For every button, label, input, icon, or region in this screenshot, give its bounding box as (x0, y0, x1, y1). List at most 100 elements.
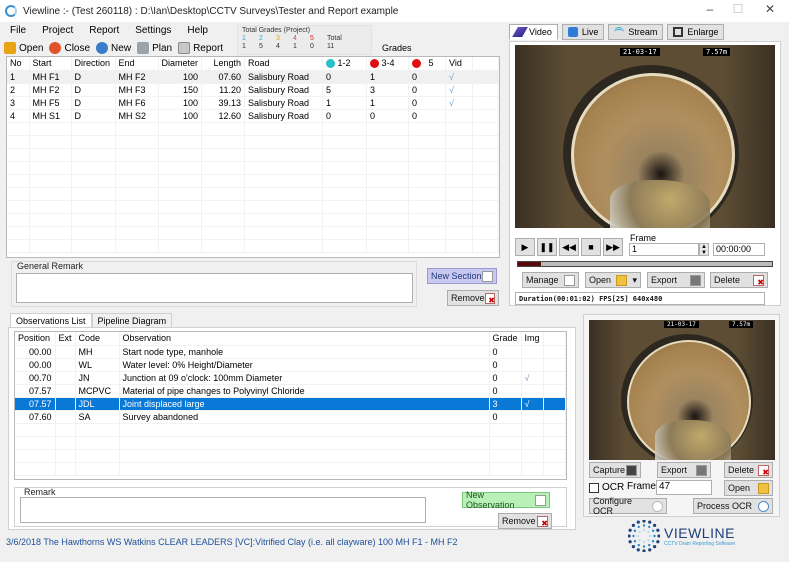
export-capture-button[interactable]: Export (657, 462, 711, 478)
tab-stream[interactable]: Stream (608, 24, 664, 40)
section-row[interactable]: 2 MH F2 D MH F3 150 11.20 Salisbury Road 5 3 0 √ (7, 83, 499, 97)
delete-video-button[interactable]: Delete (710, 272, 768, 288)
col-direction[interactable]: Direction (71, 57, 116, 71)
video-progress-fill (518, 262, 541, 266)
observation-cell-observation: Material of pipe changes to Polyvinyl Ch… (119, 384, 490, 398)
menu-help[interactable]: Help (187, 25, 208, 36)
frame-input[interactable]: 1 (629, 243, 699, 256)
export-video-button[interactable]: Export (647, 272, 705, 288)
section-row[interactable]: 4 MH S1 D MH S2 100 12.60 Salisbury Road 0 0 0 (7, 109, 499, 123)
col-length[interactable]: Length (201, 57, 246, 71)
observations-table[interactable]: Position Ext Code Observation Grade Img … (14, 331, 567, 480)
configure-ocr-button[interactable]: Configure OCR (589, 496, 667, 516)
section-row[interactable]: 1 MH F1 D MH F2 100 07.60 Salisbury Road 0 1 0 √ (7, 70, 499, 84)
logo-dot (632, 534, 635, 538)
viewline-logo: VIEWLINE CCTV Drain Reporting Software (628, 520, 735, 552)
observation-row[interactable]: 00.00 WL Water level: 0% Height/Diameter 0 (15, 358, 567, 372)
tab-pipeline-diagram[interactable]: Pipeline Diagram (91, 313, 173, 328)
col-observation[interactable]: Observation (119, 332, 490, 346)
col-start[interactable]: Start (29, 57, 72, 71)
observation-cell-img (521, 345, 544, 359)
tab-live[interactable]: Live (561, 24, 605, 40)
col-grade[interactable]: Grade (489, 332, 522, 346)
sections-table[interactable]: No Start Direction End Diameter Length R… (6, 56, 500, 258)
col-grade-1-2[interactable]: 1-2 (322, 57, 368, 71)
new-button[interactable]: New (96, 42, 131, 54)
video-player[interactable]: 21-03-17 7.57m (515, 45, 775, 228)
stop-button[interactable]: ■ (581, 238, 601, 256)
captured-image: 21-03-17 7.57m (589, 320, 775, 460)
menu-report[interactable]: Report (89, 25, 119, 36)
capture-button[interactable]: Capture (589, 462, 641, 478)
grade-value-2: 5 (259, 43, 263, 50)
video-progress-slider[interactable] (517, 261, 773, 267)
logo-dot (628, 534, 631, 538)
section-cell-road: Salisbury Road (244, 83, 324, 97)
empty-row (7, 148, 499, 162)
new-globe-icon (96, 42, 109, 54)
open-capture-button[interactable]: Open (724, 480, 773, 496)
close-button[interactable]: Close (49, 42, 90, 54)
frame-spinner[interactable]: ▲ ▼ (699, 243, 709, 256)
col-end[interactable]: End (115, 57, 159, 71)
remove-observation-button[interactable]: Remove (498, 513, 552, 529)
observation-row[interactable]: 00.70 JN Junction at 09 o'clock: 100mm Dia… (15, 371, 567, 385)
observation-row[interactable]: 07.57 JDL Joint displaced large 3 √ (15, 397, 567, 411)
observation-row[interactable]: 07.60 SA Survey abandoned 0 (15, 410, 567, 424)
pause-button[interactable]: ❚❚ (537, 238, 557, 256)
observation-cell-position: 00.00 (15, 345, 56, 359)
fast-forward-button[interactable]: ▶▶ (603, 238, 623, 256)
col-grade-3-4[interactable]: 3-4 (366, 57, 410, 71)
logo-dot (656, 528, 660, 532)
col-img[interactable]: Img (521, 332, 544, 346)
col-ext[interactable]: Ext (55, 332, 76, 346)
section-row[interactable]: 3 MH F5 D MH F6 100 39.13 Salisbury Road 1 1 0 √ (7, 96, 499, 110)
tab-video[interactable]: Video (509, 24, 558, 40)
manage-button[interactable]: Manage (522, 272, 579, 288)
window-title: Viewline :- (Test 260118) : D:\Ian\Deskt… (23, 5, 399, 17)
menu-settings[interactable]: Settings (135, 25, 171, 36)
capture-frame-label: Frame (627, 481, 656, 492)
open-button[interactable]: Open (4, 42, 43, 54)
empty-row (7, 122, 499, 136)
close-window-button[interactable]: ✕ (760, 2, 780, 16)
observation-row[interactable]: 07.57 MCPVC Material of pipe changes to Po… (15, 384, 567, 398)
section-cell-end: MH S2 (115, 109, 159, 123)
delete-icon (537, 515, 548, 528)
menu-file[interactable]: File (10, 25, 26, 36)
new-section-button[interactable]: New Section (427, 268, 497, 284)
col-code[interactable]: Code (75, 332, 120, 346)
ocr-checkbox[interactable] (589, 483, 599, 493)
logo-dot (653, 545, 657, 549)
tab-enlarge[interactable]: Enlarge (667, 24, 725, 40)
minimize-button[interactable]: – (700, 2, 720, 16)
report-button[interactable]: Report (178, 42, 223, 54)
col-diameter[interactable]: Diameter (158, 57, 203, 71)
general-remark-input[interactable] (16, 273, 413, 303)
col-grade-5[interactable]: 5 (408, 57, 447, 71)
remove-section-button[interactable]: Remove (447, 290, 499, 306)
rewind-button[interactable]: ◀◀ (559, 238, 579, 256)
remark-input[interactable] (20, 497, 426, 523)
col-vid[interactable]: Vid (445, 57, 474, 71)
process-ocr-button[interactable]: Process OCR (693, 498, 773, 514)
delete-icon (753, 274, 764, 287)
tab-observations-list[interactable]: Observations List (10, 313, 92, 328)
grade-header-2: 2 (259, 35, 263, 42)
open-video-button[interactable]: Open ▾ (585, 272, 641, 288)
observation-cell-ext (55, 397, 76, 411)
maximize-button[interactable]: ☐ (728, 2, 748, 16)
col-position[interactable]: Position (15, 332, 56, 346)
play-button[interactable]: ▶ (515, 238, 535, 256)
col-road[interactable]: Road (244, 57, 324, 71)
capture-frame-input[interactable]: 47 (656, 480, 712, 495)
col-no[interactable]: No (7, 57, 30, 71)
plan-button[interactable]: Plan (137, 42, 172, 54)
delete-capture-button[interactable]: Delete (724, 462, 773, 478)
observation-row[interactable]: 00.00 MH Start node type, manhole 0 (15, 345, 567, 359)
menu-project[interactable]: Project (42, 25, 73, 36)
plan-map-icon (137, 42, 150, 54)
logo-dot (649, 535, 651, 537)
new-observation-button[interactable]: New Observation (462, 490, 550, 510)
dropdown-arrow-icon[interactable]: ▾ (632, 275, 637, 286)
